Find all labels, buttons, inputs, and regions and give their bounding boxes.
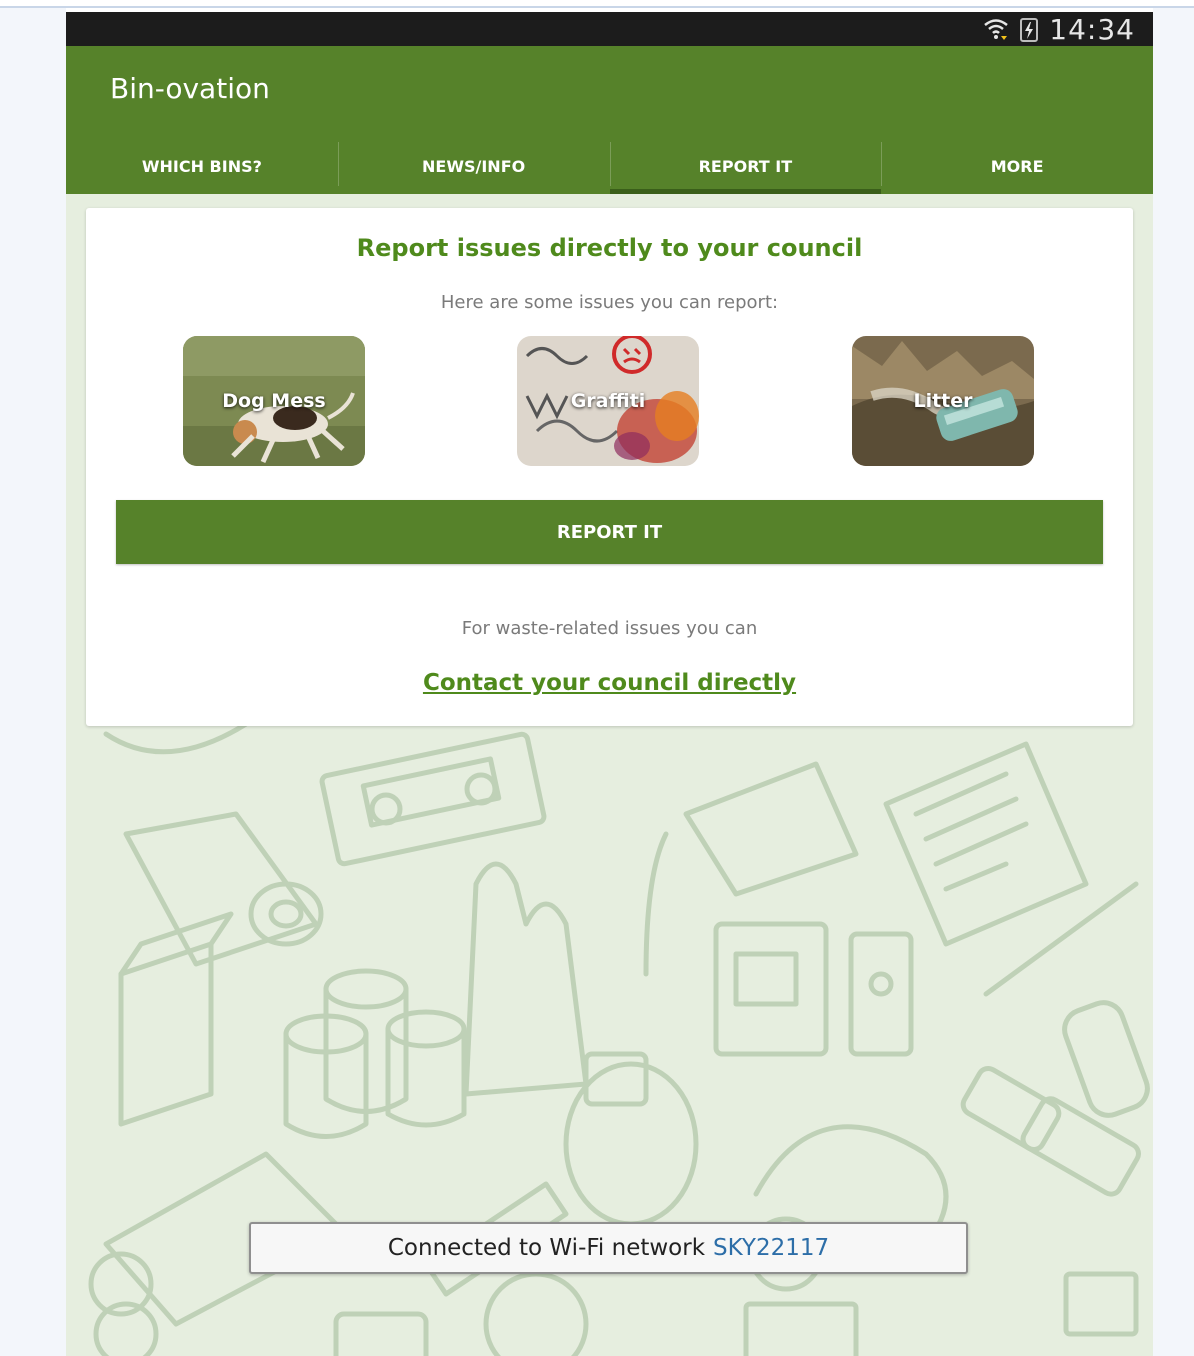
device-screen: 14:34 Bin-ovation WHICH BINS? NEWS/INFO …	[66, 12, 1153, 1356]
issue-tile-graffiti[interactable]: Graffiti	[517, 336, 699, 466]
issue-tile-litter[interactable]: Litter	[852, 336, 1034, 466]
tab-which-bins[interactable]: WHICH BINS?	[66, 138, 338, 194]
tab-news-info[interactable]: NEWS/INFO	[337, 138, 610, 194]
right-gutter	[1153, 8, 1194, 1356]
issue-tile-dog-mess[interactable]: Dog Mess	[183, 336, 365, 466]
tab-report-it[interactable]: REPORT IT	[609, 138, 882, 194]
status-time: 14:34	[1049, 12, 1135, 46]
left-gutter	[0, 8, 66, 1356]
app-bar: Bin-ovation WHICH BINS? NEWS/INFO REPORT…	[66, 46, 1153, 194]
toast-message: Connected to Wi-Fi network	[387, 1235, 706, 1261]
toast-network-name: SKY22117	[713, 1235, 830, 1261]
report-card: Report issues directly to your council H…	[86, 208, 1133, 726]
tab-bar: WHICH BINS? NEWS/INFO REPORT IT MORE	[66, 138, 1153, 194]
issue-label-litter: Litter	[913, 390, 973, 412]
wifi-icon	[983, 16, 1009, 42]
app-title: Bin-ovation	[110, 72, 270, 105]
status-bar: 14:34	[66, 12, 1153, 46]
issue-label-dog-mess: Dog Mess	[222, 390, 326, 412]
frame-top-line	[0, 6, 1194, 8]
status-icons: 14:34	[983, 12, 1135, 46]
wifi-toast: Connected to Wi-Fi network SKY22117	[249, 1222, 968, 1274]
card-subtitle: Here are some issues you can report:	[440, 292, 779, 313]
tab-more[interactable]: MORE	[881, 138, 1153, 194]
card-title: Report issues directly to your council	[356, 234, 863, 262]
battery-charging-icon	[1019, 16, 1039, 42]
contact-council-link[interactable]: Contact your council directly	[86, 670, 1133, 696]
report-it-button[interactable]: REPORT IT	[116, 500, 1103, 564]
issue-label-graffiti: Graffiti	[570, 390, 646, 412]
waste-issues-text: For waste-related issues you can	[461, 618, 758, 639]
screenshot-frame: 14:34 Bin-ovation WHICH BINS? NEWS/INFO …	[0, 0, 1194, 1356]
